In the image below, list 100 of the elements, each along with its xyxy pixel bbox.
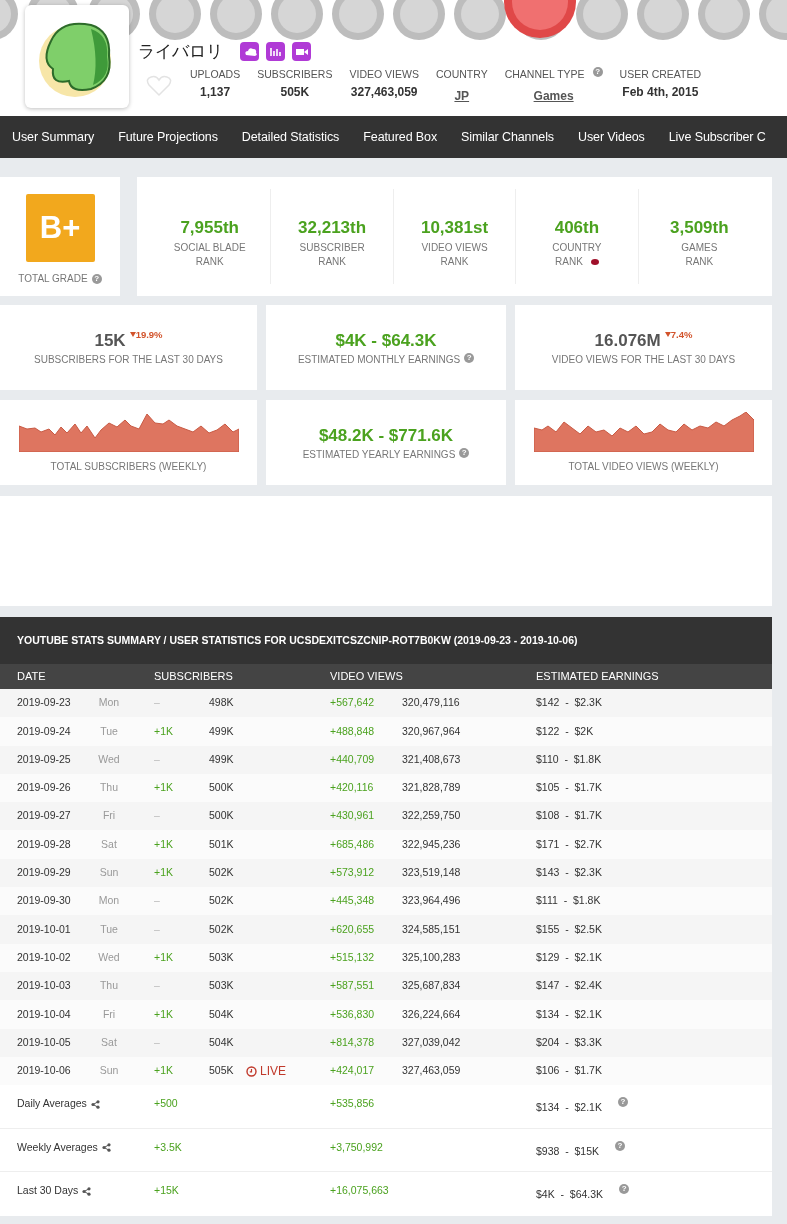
stat-link[interactable]: Games (533, 86, 574, 105)
views-cell-text: 326,224,664 (402, 1006, 462, 1022)
change-cell-text: – (154, 978, 161, 994)
change-cell-text: +1K (154, 1063, 174, 1079)
change-cell-text: +420,116 (330, 780, 375, 796)
stat-label: COUNTRY (435, 68, 488, 80)
nav-link[interactable]: Featured Box (351, 127, 450, 147)
change-cell-text: +620,655 (330, 921, 376, 937)
subscribers-cell-text: 502K (209, 865, 235, 881)
average-cell-text: +535,856 (330, 1096, 376, 1112)
earnings-value: $4K - $64.3K (335, 329, 437, 352)
stat-value: 1,137 (199, 83, 232, 101)
date-cell-text: 2019-10-06 (17, 1063, 72, 1079)
average-label: Weekly Averages (17, 1139, 98, 1155)
views-cell-text: 324,585,151 (402, 921, 462, 937)
earnings-cell: $134 - $2.1K (536, 1100, 602, 1116)
earnings-label: ESTIMATED YEARLY EARNINGS (302, 448, 456, 463)
stat-value: 505K (279, 83, 311, 101)
change-cell-text: +424,017 (330, 1063, 376, 1079)
average-cell-text: +500 (154, 1096, 179, 1112)
subscribers-cell-text: 503K (209, 978, 235, 994)
rank-label: RANK (318, 254, 346, 269)
subscribers-cell-text: 504K (209, 1034, 235, 1050)
average-cell-text: +3,750,992 (330, 1139, 384, 1155)
column-header: VIDEO VIEWS (330, 669, 404, 685)
change-cell-text: +445,348 (330, 893, 376, 909)
rank-label: SUBSCRIBER (298, 240, 366, 255)
nav-link[interactable]: Future Projections (106, 127, 230, 147)
change-cell-text: +1K (154, 836, 174, 852)
upload-icon[interactable] (240, 42, 259, 62)
subscribers-cell-text: 504K (209, 1006, 235, 1022)
day-cell-text: Fri (101, 1006, 117, 1022)
earnings-value: $48.2K - $771.6K (318, 424, 454, 447)
change-cell-text: – (154, 695, 161, 711)
stat-value: 327,463,059 (349, 83, 419, 101)
earnings-cell-text: $142 - $2.3K (536, 695, 603, 711)
grade-label: TOTAL GRADE (18, 272, 88, 286)
rank-label: RANK (685, 254, 714, 269)
day-cell-text: Fri (101, 808, 117, 824)
date-cell-text: 2019-10-05 (17, 1034, 72, 1050)
subscribers-cell-text: 500K (209, 808, 235, 824)
rank-value: 10,381st (419, 217, 490, 239)
rank-label: RANK (555, 254, 583, 269)
views-cell-text: 323,964,496 (402, 893, 462, 909)
rank-value: 32,213th (297, 217, 368, 239)
date-cell-text: 2019-09-24 (17, 723, 72, 739)
stat-label: CHANNEL TYPE (504, 68, 585, 80)
rank-label: GAMES (680, 240, 719, 255)
chart-label: TOTAL SUBSCRIBERS (WEEKLY) (50, 459, 207, 474)
views-cell-text: 321,408,673 (402, 751, 462, 767)
stat-label: UPLOADS (190, 68, 241, 80)
date-cell-text: 2019-09-27 (17, 808, 72, 824)
nav-link[interactable]: Similar Channels (449, 127, 566, 147)
rank-label: RANK (440, 254, 469, 269)
views-cell-text: 325,100,283 (402, 949, 462, 965)
earnings-cell-text: $143 - $2.3K (536, 865, 603, 881)
subscribers-cell-text: 501K (209, 836, 235, 852)
earnings-cell-text: $110 - $1.8K (536, 751, 603, 767)
stat-label: SUBSCRIBERS (257, 68, 333, 80)
date-cell-text: 2019-09-25 (17, 751, 72, 767)
earnings-cell-text: $105 - $1.7K (536, 780, 603, 796)
average-label: Daily Averages (17, 1096, 87, 1112)
chart-label: TOTAL VIDEO VIEWS (WEEKLY) (568, 459, 719, 474)
grade-badge: B+ (25, 194, 95, 262)
nav-link[interactable]: User Summary (0, 127, 107, 147)
stat-card: 16.076M 7.4% VIDEO VIEWS FOR THE LAST 30 DAYS (515, 305, 772, 390)
rank-label: COUNTRY (551, 240, 603, 255)
share-icon[interactable] (82, 1186, 92, 1196)
average-cell-text: +15K (154, 1183, 180, 1199)
day-cell-text: Wed (98, 751, 121, 767)
day-cell-text: Sat (100, 1034, 118, 1050)
nav-link[interactable]: Detailed Statistics (229, 127, 352, 147)
clock-icon (246, 1065, 257, 1077)
earnings-cell-text: $129 - $2.1K (536, 949, 603, 965)
nav-link[interactable]: User Videos (566, 127, 657, 147)
change-cell-text: +1K (154, 949, 174, 965)
stat-number: 15K (94, 329, 126, 352)
views-cell-text: 325,687,834 (402, 978, 462, 994)
rank-label: VIDEO VIEWS (420, 240, 489, 255)
nav-link[interactable]: Live Subscriber C (656, 127, 778, 147)
column-header: ESTIMATED EARNINGS (536, 669, 660, 685)
earnings-cell-text: $111 - $1.8K (536, 893, 602, 909)
stat-link[interactable]: JP (454, 86, 470, 105)
video-icon[interactable] (292, 42, 311, 62)
change-cell-text: +430,961 (330, 808, 376, 824)
share-icon[interactable] (101, 1143, 111, 1153)
stat-card: 15K 19.9% SUBSCRIBERS FOR THE LAST 30 DAYS (0, 305, 257, 390)
share-icon[interactable] (90, 1099, 100, 1109)
rank-label: SOCIAL BLADE (172, 240, 247, 255)
day-cell-text: Wed (98, 949, 121, 965)
stat-number: 16.076M (594, 329, 661, 352)
change-cell-text: +573,912 (330, 865, 376, 881)
views-cell-text: 327,463,059 (402, 1063, 462, 1079)
chart-icon[interactable] (266, 42, 285, 62)
change-cell-text: – (154, 808, 161, 824)
views-cell-text: 323,519,148 (402, 865, 462, 881)
stat-label: VIDEO VIEWS (349, 68, 419, 80)
subscribers-cell-text: 499K (209, 751, 235, 767)
stat-label: VIDEO VIEWS FOR THE LAST 30 DAYS (551, 353, 736, 368)
day-cell-text: Sat (100, 836, 118, 852)
